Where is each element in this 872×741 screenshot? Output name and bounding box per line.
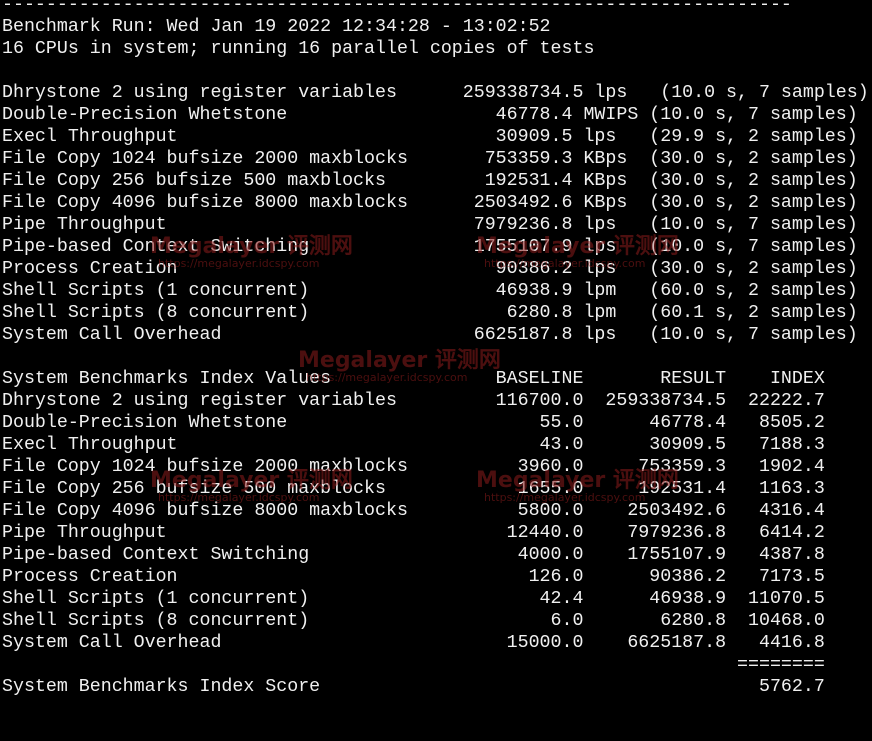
terminal-line: Double-Precision Whetstone 46778.4 MWIPS… [2,105,858,125]
terminal-line: Process Creation 126.0 90386.2 7173.5 [2,567,825,587]
terminal-line: Pipe-based Context Switching 4000.0 1755… [2,545,825,565]
terminal-line: File Copy 256 bufsize 500 maxblocks 1655… [2,479,825,499]
terminal-line: File Copy 4096 bufsize 8000 maxblocks 58… [2,501,825,521]
terminal-line: Benchmark Run: Wed Jan 19 2022 12:34:28 … [2,17,551,37]
terminal-line: Execl Throughput 30909.5 lps (29.9 s, 2 … [2,127,858,147]
terminal-line: Double-Precision Whetstone 55.0 46778.4 … [2,413,825,433]
terminal-line: Dhrystone 2 using register variables 259… [2,83,869,103]
terminal-line: Pipe Throughput 12440.0 7979236.8 6414.2 [2,523,825,543]
terminal-line: System Call Overhead 15000.0 6625187.8 4… [2,633,825,653]
terminal-line: Shell Scripts (1 concurrent) 46938.9 lpm… [2,281,858,301]
terminal-line: ----------------------------------------… [2,0,792,15]
terminal-window[interactable]: ----------------------------------------… [0,0,872,741]
terminal-line: Process Creation 90386.2 lps (30.0 s, 2 … [2,259,858,279]
terminal-line: ======== [2,655,825,675]
terminal-line: File Copy 4096 bufsize 8000 maxblocks 25… [2,193,858,213]
terminal-line: Shell Scripts (1 concurrent) 42.4 46938.… [2,589,825,609]
terminal-line: File Copy 256 bufsize 500 maxblocks 1925… [2,171,858,191]
terminal-line: System Benchmarks Index Values BASELINE … [2,369,825,389]
terminal-line: Shell Scripts (8 concurrent) 6.0 6280.8 … [2,611,825,631]
terminal-line: File Copy 1024 bufsize 2000 maxblocks 39… [2,457,825,477]
terminal-line: Dhrystone 2 using register variables 116… [2,391,825,411]
terminal-line: Shell Scripts (8 concurrent) 6280.8 lpm … [2,303,858,323]
terminal-line: System Call Overhead 6625187.8 lps (10.0… [2,325,858,345]
terminal-line: File Copy 1024 bufsize 2000 maxblocks 75… [2,149,858,169]
terminal-line: Pipe-based Context Switching 1755107.9 l… [2,237,858,257]
terminal-line: Pipe Throughput 7979236.8 lps (10.0 s, 7… [2,215,858,235]
terminal-line: 16 CPUs in system; running 16 parallel c… [2,39,595,59]
terminal-line: Execl Throughput 43.0 30909.5 7188.3 [2,435,825,455]
terminal-line: System Benchmarks Index Score 5762.7 [2,677,825,697]
